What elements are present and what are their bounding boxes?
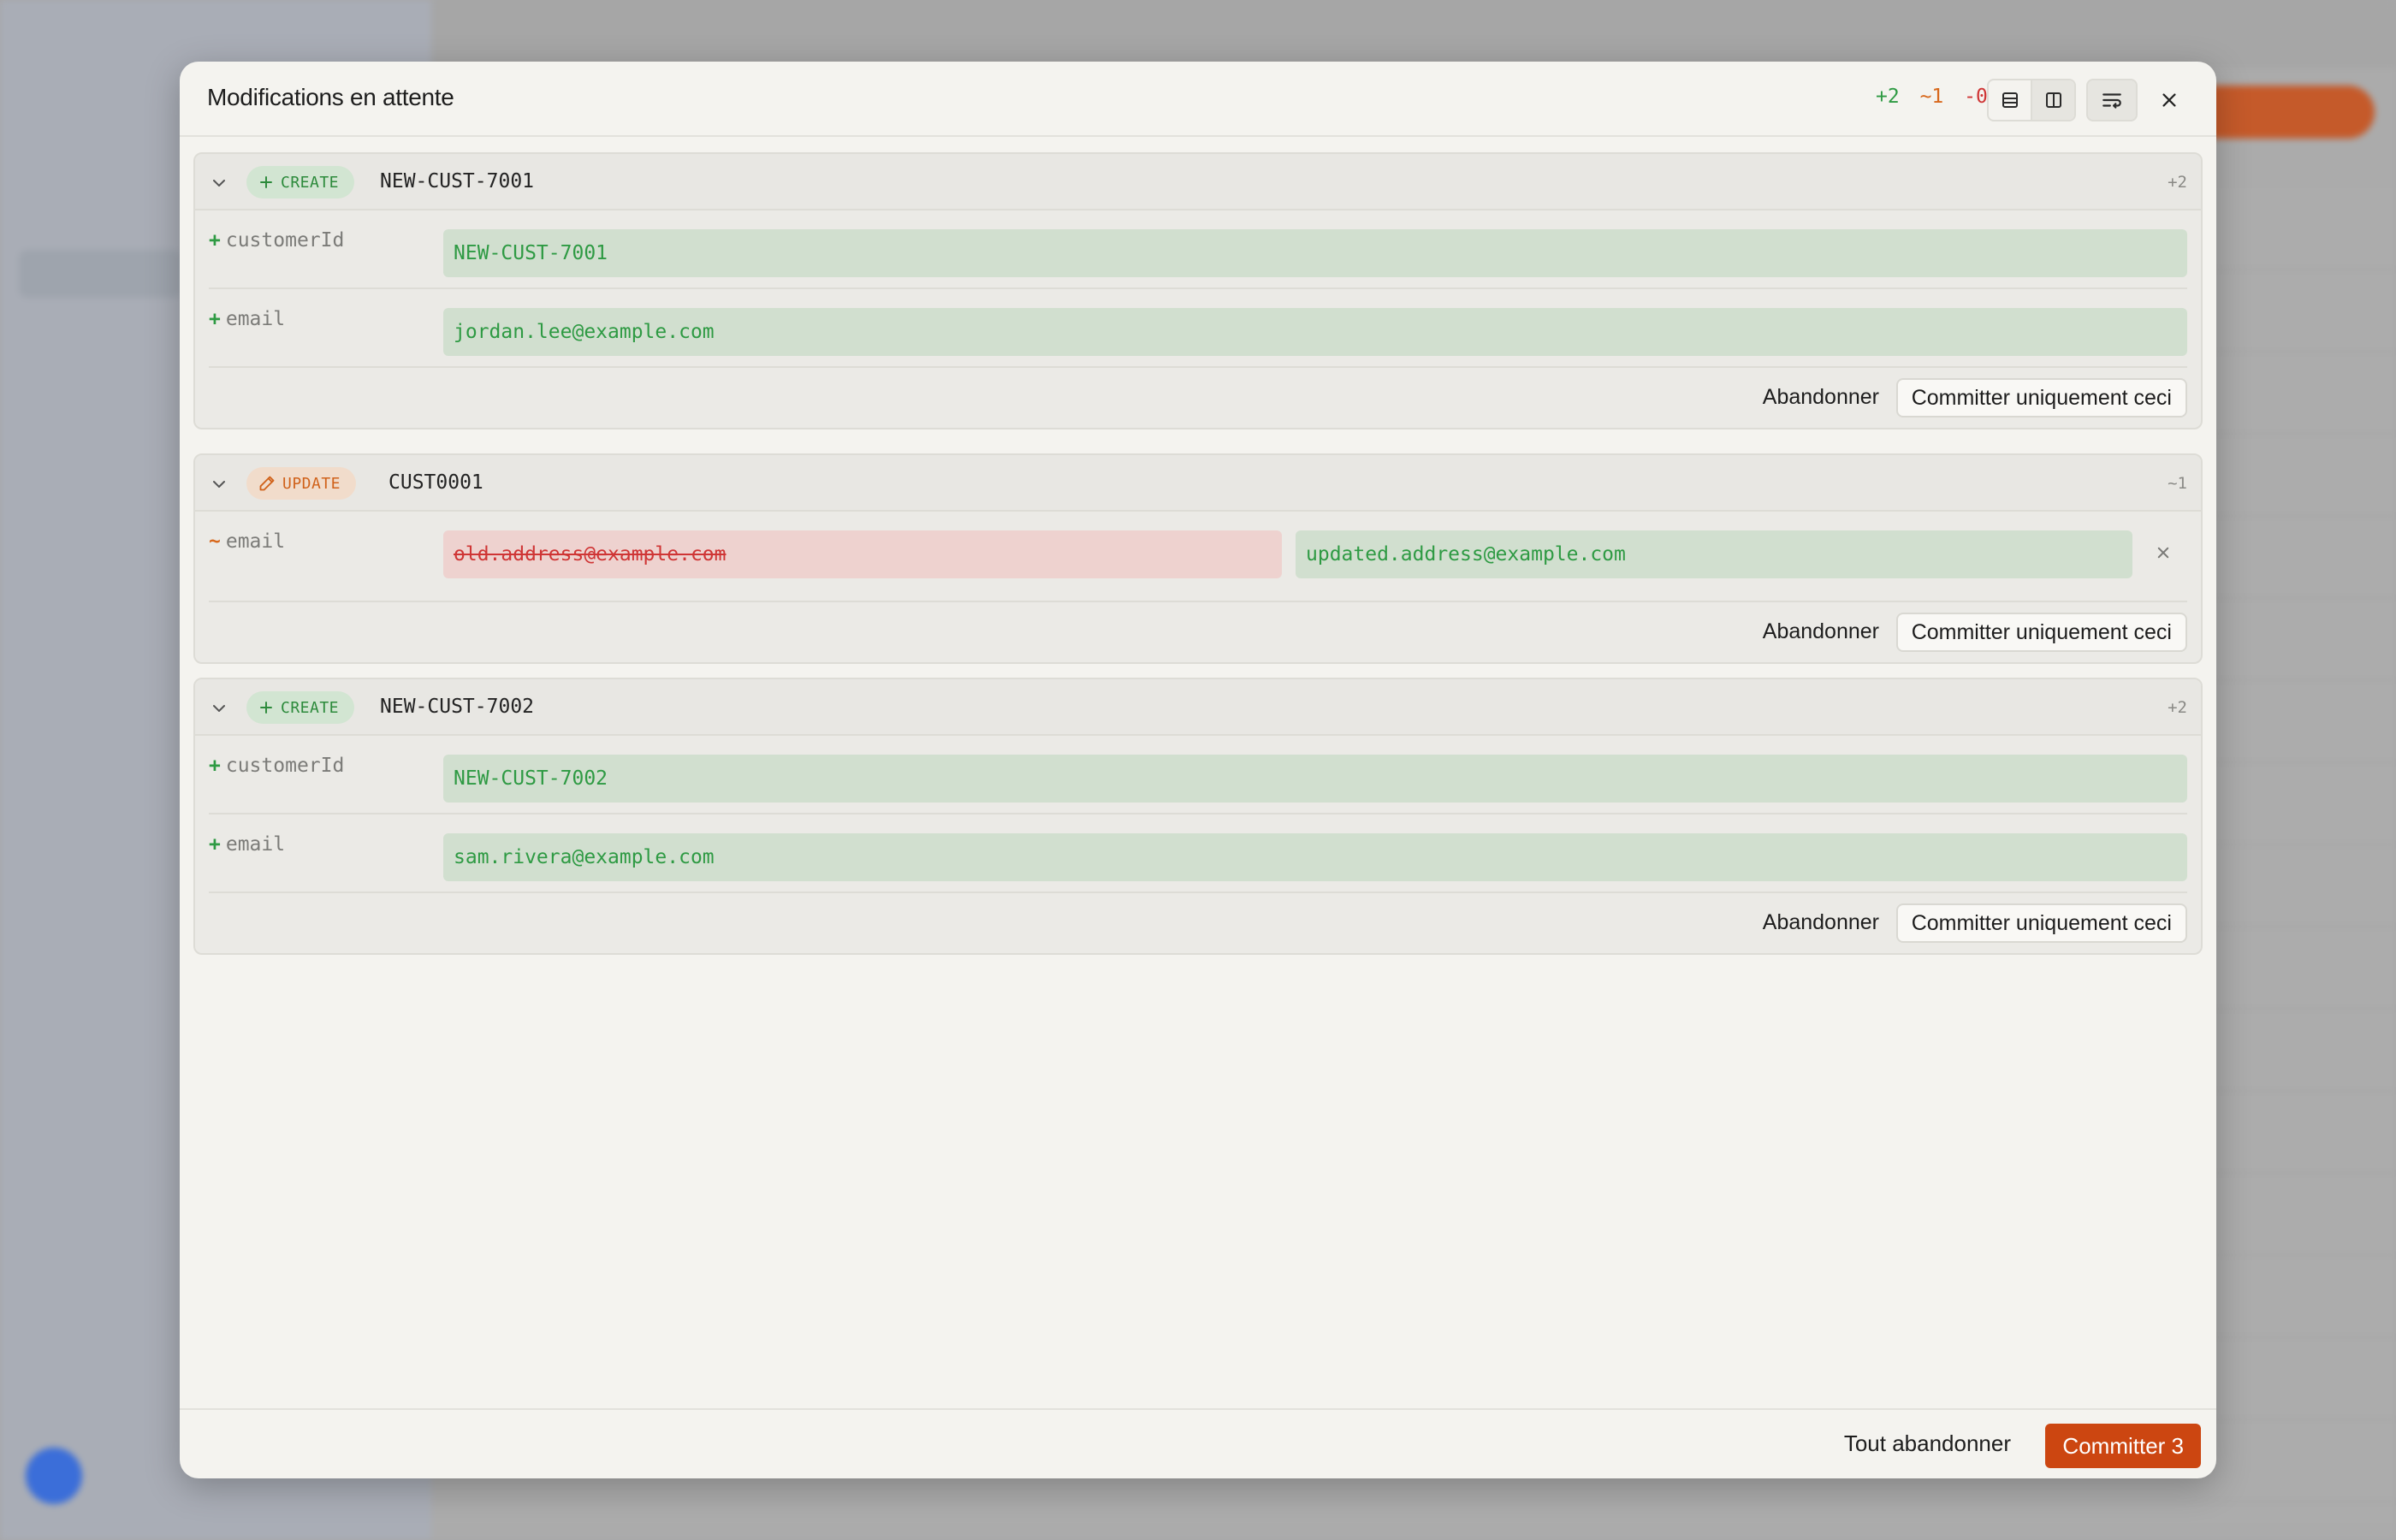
badge-label: CREATE (281, 698, 340, 717)
create-badge: CREATE (246, 166, 355, 198)
background-topbar (431, 0, 2396, 68)
field-label: ~ email (209, 530, 286, 553)
dialog-header: Modifications en attente +2 ~1 -0 (180, 62, 2216, 137)
rows-icon (2002, 92, 2018, 108)
chevron-down-icon[interactable] (209, 698, 229, 719)
record-id: CUST0001 (388, 471, 483, 494)
change-card-header[interactable]: UPDATE CUST0001 ~1 (195, 455, 2201, 512)
change-card: CREATE NEW-CUST-7001 +2 + customerId NEW-… (193, 152, 2203, 429)
discard-all-button[interactable]: Tout abandonner (1844, 1430, 2011, 1457)
update-badge: UPDATE (246, 467, 357, 500)
plus-icon (260, 702, 272, 714)
field-diff-row: + customerId NEW-CUST-7002 (209, 736, 2187, 814)
field-diff-row: + customerId NEW-CUST-7001 (209, 210, 2187, 289)
discard-change-button[interactable]: Abandonner (1763, 910, 1879, 935)
wrap-text-button[interactable] (2086, 79, 2138, 121)
background-selected-nav (19, 250, 181, 298)
create-badge: CREATE (246, 691, 355, 724)
deleted-count: -0 (1964, 86, 1988, 108)
background-avatar (26, 1448, 82, 1504)
field-change-count: +2 (2168, 698, 2187, 717)
field-label: + email (209, 308, 286, 330)
record-id: NEW-CUST-7001 (380, 170, 535, 192)
commit-all-button[interactable]: Committer 3 (2045, 1424, 2201, 1468)
change-stats: +2 ~1 -0 (1876, 86, 1988, 108)
new-value: NEW-CUST-7001 (443, 229, 2187, 277)
discard-change-button[interactable]: Abandonner (1763, 385, 1879, 410)
field-change-count: +2 (2168, 173, 2187, 192)
commit-only-this-button[interactable]: Committer uniquement ceci (1895, 903, 2187, 943)
field-label: + customerId (209, 229, 345, 252)
discard-change-button[interactable]: Abandonner (1763, 619, 1879, 644)
new-value: jordan.lee@example.com (443, 308, 2187, 356)
record-id: NEW-CUST-7002 (380, 696, 535, 718)
revert-field-button[interactable] (2151, 541, 2175, 565)
new-value: sam.rivera@example.com (443, 833, 2187, 881)
badge-label: CREATE (281, 173, 340, 192)
field-label: + customerId (209, 755, 345, 777)
change-card-header[interactable]: CREATE NEW-CUST-7001 +2 (195, 154, 2201, 210)
chevron-down-icon[interactable] (209, 474, 229, 495)
pencil-icon (259, 476, 275, 491)
close-icon (2157, 547, 2169, 559)
unified-view-button[interactable] (1989, 80, 2031, 120)
field-change-count: ~1 (2168, 474, 2187, 493)
dialog-title: Modifications en attente (207, 84, 454, 110)
old-value: old.address@example.com (443, 530, 1282, 578)
field-diff-row: + email jordan.lee@example.com (209, 289, 2187, 368)
change-card-actions: Abandonner Committer uniquement ceci (195, 368, 2201, 428)
new-value: NEW-CUST-7002 (443, 755, 2187, 803)
badge-label: UPDATE (282, 474, 341, 493)
new-value: updated.address@example.com (1296, 530, 2132, 578)
change-card: CREATE NEW-CUST-7002 +2 + customerId NEW-… (193, 678, 2203, 955)
chevron-down-icon[interactable] (209, 173, 229, 193)
field-label: + email (209, 833, 286, 856)
commit-only-this-button[interactable]: Committer uniquement ceci (1895, 378, 2187, 418)
change-card-actions: Abandonner Committer uniquement ceci (195, 602, 2201, 662)
plus-icon (260, 176, 272, 188)
dialog-footer: Tout abandonner Committer 3 (180, 1408, 2216, 1478)
change-card-header[interactable]: CREATE NEW-CUST-7002 +2 (195, 679, 2201, 736)
change-card: UPDATE CUST0001 ~1 ~ email old.address@ex… (193, 453, 2203, 664)
close-dialog-button[interactable] (2148, 79, 2191, 121)
field-diff-row: + email sam.rivera@example.com (209, 814, 2187, 893)
close-icon (2162, 93, 2176, 107)
change-card-actions: Abandonner Committer uniquement ceci (195, 893, 2201, 953)
background-primary-button (2191, 86, 2375, 139)
columns-icon (2045, 92, 2061, 108)
commit-only-this-button[interactable]: Committer uniquement ceci (1895, 613, 2187, 652)
view-mode-toggle (1987, 79, 2076, 121)
added-count: +2 (1876, 86, 1900, 108)
modified-count: ~1 (1919, 86, 1944, 108)
wrap-text-icon (2102, 93, 2121, 109)
split-view-button[interactable] (2031, 80, 2074, 120)
pending-changes-dialog: Modifications en attente +2 ~1 -0 CREATE… (180, 62, 2216, 1478)
field-diff-row: ~ email old.address@example.com updated.a… (209, 512, 2187, 602)
